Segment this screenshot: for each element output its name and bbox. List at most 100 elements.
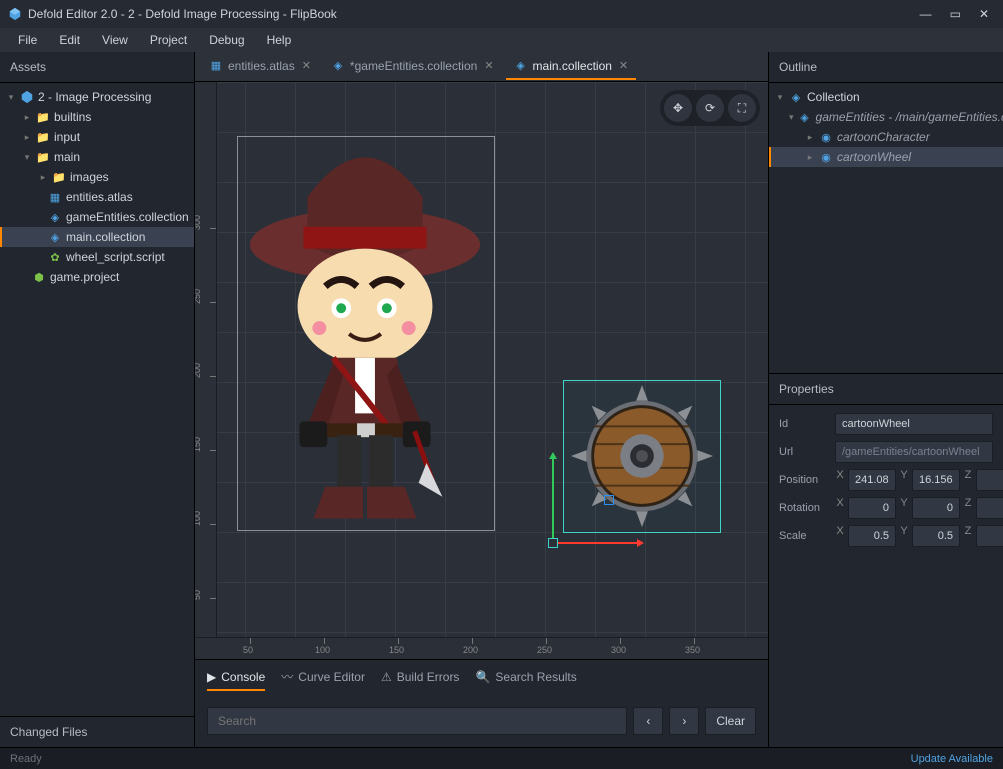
tree-builtins[interactable]: ▸ 📁 builtins	[0, 107, 194, 127]
outline-cartoon-wheel[interactable]: ▸ ◉ cartoonWheel	[769, 147, 1003, 167]
tree-input[interactable]: ▸ 📁 input	[0, 127, 194, 147]
prop-scale-label: Scale	[779, 530, 831, 542]
y-axis-handle[interactable]	[552, 458, 554, 538]
maximize-button[interactable]: ▭	[950, 7, 961, 21]
tab-build-errors[interactable]: ⚠Build Errors	[381, 668, 459, 691]
tab-search-results[interactable]: 🔍Search Results	[475, 668, 576, 691]
outline-header: Outline	[769, 52, 1003, 83]
tree-game-project[interactable]: ⬢ game.project	[0, 267, 194, 287]
collection-icon: ◈	[48, 210, 62, 224]
menu-project[interactable]: Project	[140, 29, 197, 51]
console-prev-button[interactable]: ‹	[633, 707, 663, 735]
rot-z-input[interactable]	[976, 497, 1003, 519]
folder-icon: 📁	[52, 170, 66, 184]
update-available-link[interactable]: Update Available	[911, 753, 993, 765]
cartoon-character-sprite	[238, 137, 494, 530]
cartoon-character-bounds[interactable]	[237, 136, 495, 531]
gameobject-icon: ◉	[819, 150, 833, 164]
defold-logo-icon	[8, 7, 22, 21]
rot-y-input[interactable]	[912, 497, 960, 519]
changed-files-header[interactable]: Changed Files	[0, 716, 194, 747]
rotate-tool-button[interactable]: ⟳	[696, 94, 724, 122]
horizontal-ruler: 50 100 150 200 250 300 350	[195, 637, 768, 659]
close-icon[interactable]: ✕	[619, 59, 628, 72]
assets-tree: ▾ 2 - Image Processing ▸ 📁 builtins ▸ 📁 …	[0, 83, 194, 716]
gizmo-origin[interactable]	[548, 538, 558, 548]
collection-icon: ◈	[514, 59, 528, 73]
status-bar: Ready Update Available	[0, 747, 1003, 769]
collection-icon: ◈	[789, 90, 803, 104]
chevron-down-icon: ▾	[775, 92, 785, 103]
tree-entities-atlas[interactable]: ▦ entities.atlas	[0, 187, 194, 207]
cartoon-wheel-sprite	[564, 381, 720, 532]
outline-collection[interactable]: ▾ ◈ Collection	[769, 87, 1003, 107]
chevron-right-icon: ▸	[805, 152, 815, 163]
close-button[interactable]: ✕	[979, 7, 989, 21]
console-search-input[interactable]	[207, 707, 627, 735]
tab-main-collection[interactable]: ◈ main.collection ✕	[506, 54, 637, 80]
pos-z-input[interactable]	[976, 469, 1003, 491]
chevron-down-icon: ▾	[6, 92, 16, 103]
close-icon[interactable]: ✕	[484, 59, 493, 72]
scale-tool-button[interactable]: ⛶	[728, 94, 756, 122]
scale-x-input[interactable]	[848, 525, 896, 547]
atlas-icon: ▦	[209, 59, 223, 73]
defold-logo-icon	[20, 90, 34, 104]
search-icon: 🔍	[475, 670, 490, 684]
collection-icon: ◈	[331, 59, 345, 73]
pos-y-input[interactable]	[912, 469, 960, 491]
menu-file[interactable]: File	[8, 29, 47, 51]
scale-z-input[interactable]	[976, 525, 1003, 547]
tab-entities-atlas[interactable]: ▦ entities.atlas ✕	[201, 54, 319, 80]
vertical-ruler: 50 100 150 200 250 300	[195, 82, 217, 659]
prop-url-input[interactable]	[835, 441, 993, 463]
selection-handle[interactable]	[604, 495, 614, 505]
project-icon: ⬢	[32, 270, 46, 284]
error-icon: ⚠	[381, 670, 392, 684]
close-icon[interactable]: ✕	[302, 59, 311, 72]
menu-edit[interactable]: Edit	[49, 29, 90, 51]
tab-game-entities[interactable]: ◈ *gameEntities.collection ✕	[323, 54, 502, 80]
outline-cartoon-character[interactable]: ▸ ◉ cartoonCharacter	[769, 127, 1003, 147]
tree-main-collection[interactable]: ◈ main.collection	[0, 227, 194, 247]
tree-main[interactable]: ▾ 📁 main	[0, 147, 194, 167]
assets-header: Assets	[0, 52, 194, 83]
minimize-button[interactable]: —	[920, 7, 932, 21]
collection-icon: ◈	[798, 110, 812, 124]
console-next-button[interactable]: ›	[669, 707, 699, 735]
chevron-down-icon: ▾	[22, 152, 32, 163]
menu-debug[interactable]: Debug	[199, 29, 254, 51]
prop-id-label: Id	[779, 418, 831, 430]
pos-x-input[interactable]	[848, 469, 896, 491]
tab-console[interactable]: ▶Console	[207, 668, 265, 691]
collection-icon: ◈	[48, 230, 62, 244]
status-ready: Ready	[10, 753, 42, 765]
chevron-right-icon: ▸	[22, 112, 32, 123]
x-axis-handle[interactable]	[558, 542, 638, 544]
cartoon-wheel-selection[interactable]	[563, 380, 721, 533]
tree-project-root[interactable]: ▾ 2 - Image Processing	[0, 87, 194, 107]
scale-y-input[interactable]	[912, 525, 960, 547]
atlas-icon: ▦	[48, 190, 62, 204]
move-tool-button[interactable]: ✥	[664, 94, 692, 122]
rot-x-input[interactable]	[848, 497, 896, 519]
chevron-down-icon: ▾	[789, 112, 794, 123]
folder-icon: 📁	[36, 150, 50, 164]
menu-help[interactable]: Help	[257, 29, 302, 51]
chevron-right-icon: ▸	[38, 172, 48, 183]
editor-tabs: ▦ entities.atlas ✕ ◈ *gameEntities.colle…	[195, 52, 768, 82]
outline-tree: ▾ ◈ Collection ▾ ◈ gameEntities - /main/…	[769, 83, 1003, 373]
tree-game-entities[interactable]: ◈ gameEntities.collection	[0, 207, 194, 227]
console-clear-button[interactable]: Clear	[705, 707, 756, 735]
properties-header: Properties	[769, 373, 1003, 405]
scene-viewport[interactable]: ✥ ⟳ ⛶	[195, 82, 768, 659]
tree-images[interactable]: ▸ 📁 images	[0, 167, 194, 187]
properties-panel: Id Url Position X Y Z Rotation X Y	[769, 405, 1003, 561]
menu-view[interactable]: View	[92, 29, 138, 51]
console-icon: ▶	[207, 670, 216, 684]
tree-wheel-script[interactable]: ✿ wheel_script.script	[0, 247, 194, 267]
outline-game-entities[interactable]: ▾ ◈ gameEntities - /main/gameEntities.co…	[769, 107, 1003, 127]
prop-position-label: Position	[779, 474, 831, 486]
prop-id-input[interactable]	[835, 413, 993, 435]
tab-curve-editor[interactable]: 〰Curve Editor	[281, 668, 365, 691]
